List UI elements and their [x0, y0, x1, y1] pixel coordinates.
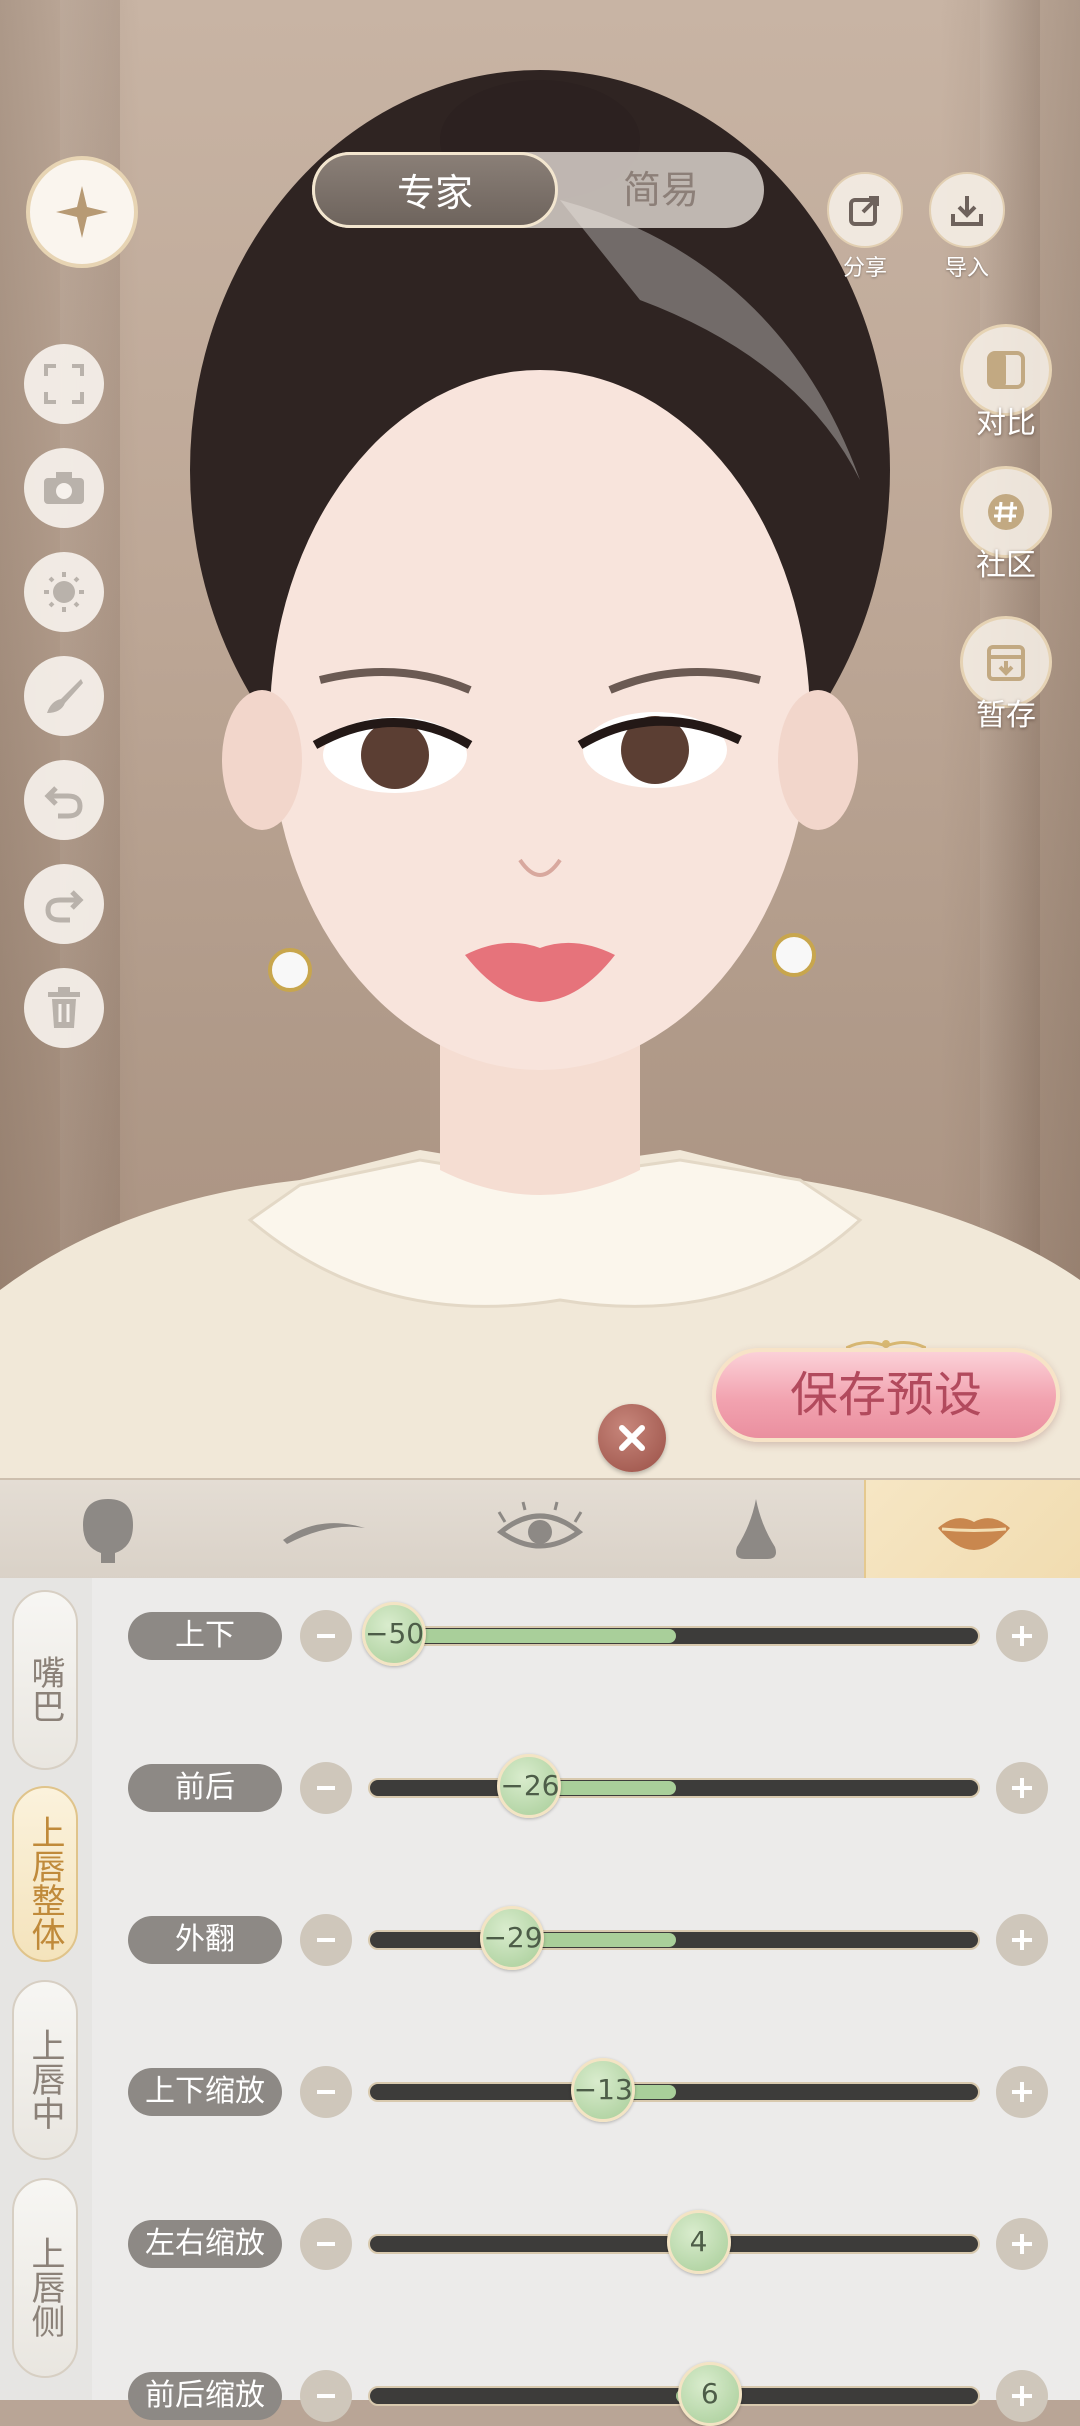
brush-button[interactable] — [24, 656, 104, 736]
slider-handle[interactable]: −13 — [570, 2058, 635, 2122]
decrease-button[interactable] — [300, 2066, 352, 2118]
camera-button[interactable] — [24, 448, 104, 528]
decrease-button[interactable] — [300, 2218, 352, 2270]
lighting-button[interactable] — [24, 552, 104, 632]
slider-track[interactable]: −29 — [368, 1906, 980, 1970]
fullscreen-button[interactable] — [24, 344, 104, 424]
increase-button[interactable] — [996, 1762, 1048, 1814]
slider-handle[interactable]: −26 — [497, 1754, 562, 1818]
delete-button[interactable] — [24, 968, 104, 1048]
sub-category-nav: 嘴巴 上唇整体 上唇中 上唇侧 — [0, 1578, 92, 2400]
decrease-button[interactable] — [300, 1762, 352, 1814]
trash-icon — [48, 987, 80, 1028]
undo-button[interactable] — [24, 760, 104, 840]
slider-fill — [394, 1629, 676, 1643]
plus-icon — [1012, 2386, 1032, 2406]
slider-handle[interactable]: −29 — [480, 1906, 545, 1970]
plus-icon — [1012, 1778, 1032, 1798]
slider-track[interactable]: −50 — [362, 1602, 980, 1666]
slider-row: 上下缩放 −13 — [0, 2058, 1080, 2122]
temp-save-label: 暂存 — [976, 698, 1036, 733]
share-icon — [827, 172, 903, 248]
undo-icon — [44, 786, 83, 819]
slider-label: 前后缩放 — [128, 2372, 282, 2420]
slider-handle[interactable]: 4 — [666, 2210, 731, 2274]
decrease-button[interactable] — [300, 1610, 352, 1662]
slider-label: 前后 — [128, 1764, 282, 1812]
slider-row: 前后缩放 6 — [0, 2362, 1080, 2426]
mode-toggle[interactable]: 专家 简易 — [312, 152, 764, 228]
community-button[interactable]: 社区 — [958, 466, 1054, 584]
tab-nose[interactable] — [648, 1480, 864, 1580]
slider-label: 上下 — [128, 1612, 282, 1660]
slider-row: 前后 −26 — [0, 1754, 1080, 1818]
save-preset-button[interactable]: 保存预设 — [712, 1348, 1060, 1442]
increase-button[interactable] — [996, 2066, 1048, 2118]
temp-save-button[interactable]: 暂存 — [958, 616, 1054, 734]
nose-icon — [736, 1499, 776, 1559]
community-label: 社区 — [976, 548, 1036, 583]
minus-icon — [317, 1634, 335, 1638]
tab-face-shape[interactable] — [0, 1480, 216, 1580]
minus-icon — [317, 2090, 335, 2094]
import-label: 导入 — [944, 256, 989, 281]
slider-track[interactable]: 4 — [368, 2210, 980, 2274]
share-label: 分享 — [842, 256, 887, 281]
app-logo-button[interactable] — [26, 156, 138, 268]
camera-icon — [44, 472, 84, 504]
redo-button[interactable] — [24, 864, 104, 944]
slider-row: 外翻 −29 — [0, 1906, 1080, 1970]
eyebrow-icon — [283, 1523, 365, 1544]
minus-icon — [317, 1786, 335, 1790]
close-icon — [619, 1425, 645, 1451]
close-button[interactable] — [598, 1404, 666, 1472]
plus-icon — [1012, 2234, 1032, 2254]
tab-eye[interactable] — [432, 1480, 648, 1580]
slider-row: 上下 −50 — [0, 1602, 1080, 1666]
compare-label: 对比 — [976, 406, 1036, 441]
minus-icon — [317, 1938, 335, 1942]
brush-icon — [47, 679, 83, 713]
increase-button[interactable] — [996, 1914, 1048, 1966]
tab-eyebrow[interactable] — [216, 1480, 432, 1580]
import-icon — [929, 172, 1005, 248]
decrease-button[interactable] — [300, 1914, 352, 1966]
slider-handle[interactable]: 6 — [677, 2362, 742, 2426]
lips-icon — [938, 1518, 1010, 1550]
plus-icon — [1012, 1930, 1032, 1950]
face-shape-icon — [83, 1499, 133, 1563]
plus-icon — [1012, 1626, 1032, 1646]
eye-icon — [496, 1501, 584, 1549]
adjustment-panel: 嘴巴 上唇整体 上唇中 上唇侧 上下 −50 前后 −26 外翻 −29 上下缩放 −13 左右… — [0, 1578, 1080, 2426]
mode-expert-option[interactable]: 专家 — [312, 152, 558, 228]
increase-button[interactable] — [996, 2218, 1048, 2270]
slider-track[interactable]: 6 — [368, 2362, 980, 2426]
import-button[interactable]: 导入 — [928, 172, 1006, 282]
slider-handle[interactable]: −50 — [362, 1602, 426, 1666]
slider-row: 左右缩放 4 — [0, 2210, 1080, 2274]
redo-icon — [45, 890, 84, 923]
tab-lips[interactable] — [864, 1480, 1080, 1580]
increase-button[interactable] — [996, 1610, 1048, 1662]
slider-track[interactable]: −26 — [368, 1754, 980, 1818]
slider-track[interactable]: −13 — [368, 2058, 980, 2122]
share-button[interactable]: 分享 — [826, 172, 904, 282]
slider-label: 左右缩放 — [128, 2220, 282, 2268]
minus-icon — [317, 2394, 335, 2398]
sparkle-logo-icon — [56, 186, 108, 238]
increase-button[interactable] — [996, 2370, 1048, 2422]
mode-simple-option[interactable]: 简易 — [558, 152, 764, 228]
compare-button[interactable]: 对比 — [958, 324, 1054, 442]
category-tab-bar — [0, 1478, 1080, 1580]
plus-icon — [1012, 2082, 1032, 2102]
decrease-button[interactable] — [300, 2370, 352, 2422]
subnav-upper-lip-side[interactable]: 上唇侧 — [12, 2178, 78, 2378]
minus-icon — [317, 2242, 335, 2246]
fullscreen-icon — [44, 364, 84, 404]
slider-label: 外翻 — [128, 1916, 282, 1964]
slider-label: 上下缩放 — [128, 2068, 282, 2116]
lighting-icon — [44, 572, 84, 612]
